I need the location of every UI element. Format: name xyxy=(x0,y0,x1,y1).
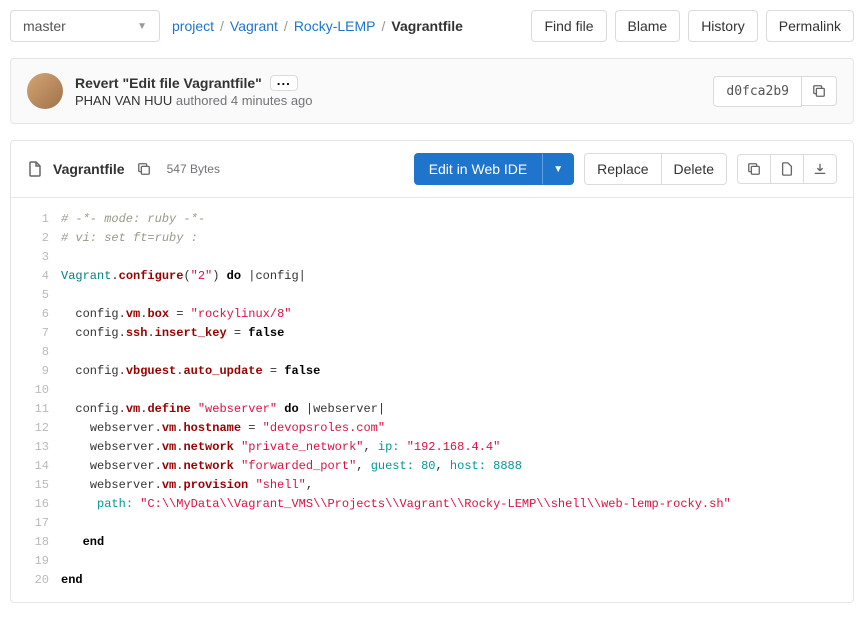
line-number[interactable]: 1 xyxy=(23,210,49,229)
line-number[interactable]: 10 xyxy=(23,381,49,400)
breadcrumb-part[interactable]: project xyxy=(172,18,214,34)
breadcrumb-separator: / xyxy=(220,18,224,34)
copy-path-button[interactable] xyxy=(135,160,153,178)
edit-dropdown-button[interactable]: ▼ xyxy=(542,153,574,185)
line-number[interactable]: 18 xyxy=(23,533,49,552)
find-file-button[interactable]: Find file xyxy=(531,10,606,42)
copy-sha-button[interactable] xyxy=(802,76,837,106)
file-size: 547 Bytes xyxy=(167,162,220,176)
file-icon xyxy=(27,161,43,177)
commit-info-box: Revert "Edit file Vagrantfile" ... PHAN … xyxy=(10,58,854,124)
file-name: Vagrantfile xyxy=(53,161,125,177)
code-line: path: "C:\\MyData\\Vagrant_VMS\\Projects… xyxy=(61,495,837,514)
line-number[interactable]: 19 xyxy=(23,552,49,571)
blame-button[interactable]: Blame xyxy=(615,10,681,42)
code-line: Vagrant.configure("2") do |config| xyxy=(61,267,837,286)
document-icon xyxy=(780,162,794,176)
code-line: # -*- mode: ruby -*- xyxy=(61,210,837,229)
copy-icon xyxy=(137,162,151,176)
line-number[interactable]: 4 xyxy=(23,267,49,286)
line-number[interactable]: 2 xyxy=(23,229,49,248)
commit-meta: PHAN VAN HUU authored 4 minutes ago xyxy=(75,93,701,108)
copy-icon xyxy=(812,84,826,98)
branch-selector[interactable]: master ▼ xyxy=(10,10,160,42)
line-number[interactable]: 6 xyxy=(23,305,49,324)
branch-name: master xyxy=(23,18,66,34)
line-number[interactable]: 14 xyxy=(23,457,49,476)
breadcrumb-part[interactable]: Vagrant xyxy=(230,18,278,34)
commit-expand-button[interactable]: ... xyxy=(270,75,298,91)
line-number[interactable]: 8 xyxy=(23,343,49,362)
code-line xyxy=(61,381,837,400)
commit-time: 4 minutes ago xyxy=(231,93,313,108)
breadcrumb: project / Vagrant / Rocky-LEMP / Vagrant… xyxy=(172,18,519,34)
code-line: end xyxy=(61,571,837,590)
line-number[interactable]: 20 xyxy=(23,571,49,590)
chevron-down-icon: ▼ xyxy=(137,21,147,32)
line-number[interactable]: 16 xyxy=(23,495,49,514)
avatar[interactable] xyxy=(27,73,63,109)
code-line: # vi: set ft=ruby : xyxy=(61,229,837,248)
code-line xyxy=(61,286,837,305)
breadcrumb-current: Vagrantfile xyxy=(391,18,463,34)
replace-button[interactable]: Replace xyxy=(584,153,660,185)
code-line: webserver.vm.network "forwarded_port", g… xyxy=(61,457,837,476)
code-line: config.vm.box = "rockylinux/8" xyxy=(61,305,837,324)
line-number[interactable]: 13 xyxy=(23,438,49,457)
code-line: config.vbguest.auto_update = false xyxy=(61,362,837,381)
line-number[interactable]: 9 xyxy=(23,362,49,381)
download-button[interactable] xyxy=(803,154,837,184)
line-number[interactable]: 7 xyxy=(23,324,49,343)
delete-button[interactable]: Delete xyxy=(661,153,727,185)
history-button[interactable]: History xyxy=(688,10,758,42)
file-viewer: Vagrantfile 547 Bytes Edit in Web IDE ▼ … xyxy=(10,140,854,603)
line-number[interactable]: 12 xyxy=(23,419,49,438)
copy-contents-button[interactable] xyxy=(737,154,770,184)
breadcrumb-part[interactable]: Rocky-LEMP xyxy=(294,18,376,34)
code-line: config.ssh.insert_key = false xyxy=(61,324,837,343)
chevron-down-icon: ▼ xyxy=(553,164,563,175)
code-line xyxy=(61,343,837,362)
commit-author[interactable]: PHAN VAN HUU xyxy=(75,93,172,108)
line-number[interactable]: 3 xyxy=(23,248,49,267)
permalink-button[interactable]: Permalink xyxy=(766,10,854,42)
raw-button[interactable] xyxy=(770,154,803,184)
code-line: webserver.vm.provision "shell", xyxy=(61,476,837,495)
commit-sha[interactable]: d0fca2b9 xyxy=(713,76,802,107)
breadcrumb-separator: / xyxy=(284,18,288,34)
download-icon xyxy=(813,162,827,176)
code-content: # -*- mode: ruby -*-# vi: set ft=ruby : … xyxy=(61,210,853,590)
edit-web-ide-button[interactable]: Edit in Web IDE xyxy=(414,153,543,185)
line-number[interactable]: 15 xyxy=(23,476,49,495)
commit-title[interactable]: Revert "Edit file Vagrantfile" xyxy=(75,75,262,91)
code-line xyxy=(61,552,837,571)
code-line xyxy=(61,514,837,533)
line-number[interactable]: 11 xyxy=(23,400,49,419)
code-line xyxy=(61,248,837,267)
line-numbers: 1234567891011121314151617181920 xyxy=(11,210,61,590)
line-number[interactable]: 5 xyxy=(23,286,49,305)
copy-icon xyxy=(747,162,761,176)
breadcrumb-separator: / xyxy=(382,18,386,34)
code-line: end xyxy=(61,533,837,552)
code-line: config.vm.define "webserver" do |webserv… xyxy=(61,400,837,419)
code-viewer: 1234567891011121314151617181920 # -*- mo… xyxy=(11,198,853,602)
code-line: webserver.vm.network "private_network", … xyxy=(61,438,837,457)
code-line: webserver.vm.hostname = "devopsroles.com… xyxy=(61,419,837,438)
line-number[interactable]: 17 xyxy=(23,514,49,533)
